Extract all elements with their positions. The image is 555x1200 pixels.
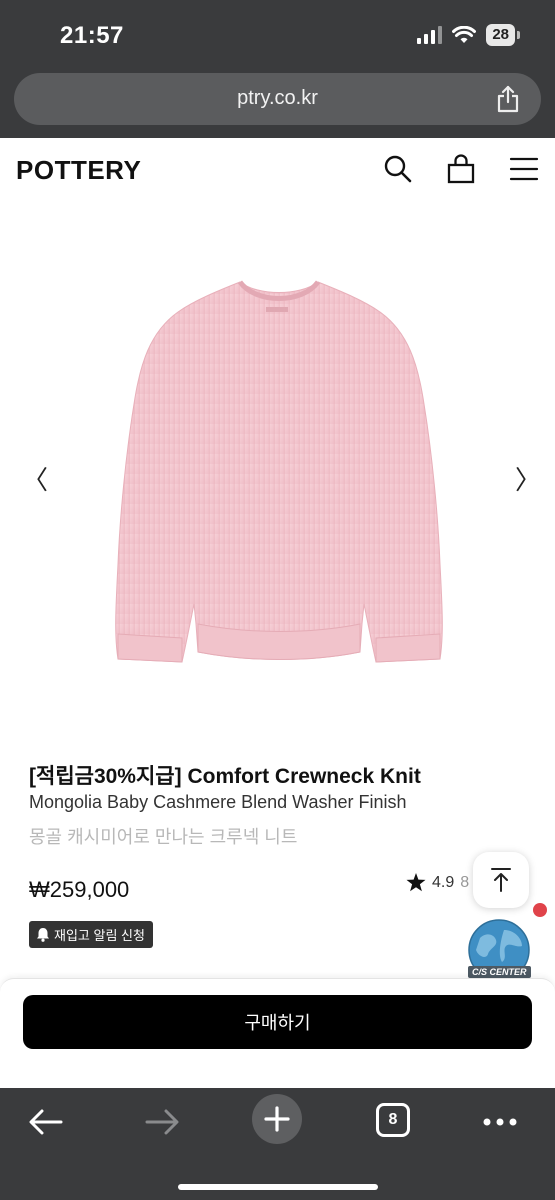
carousel-prev-arrow[interactable]: 〈 bbox=[22, 460, 48, 497]
product-rating[interactable]: 4.9 8 bbox=[406, 873, 469, 892]
rating-value: 4.9 bbox=[432, 873, 455, 891]
site-header: POTTERY bbox=[0, 138, 555, 204]
forward-button[interactable] bbox=[138, 1102, 186, 1142]
browser-bottom-toolbar: 8 bbox=[0, 1088, 555, 1200]
cs-center-label[interactable]: C/S CENTER bbox=[468, 966, 531, 978]
scroll-to-top-button[interactable] bbox=[473, 852, 529, 908]
site-logo[interactable]: POTTERY bbox=[16, 155, 141, 186]
restock-notify-label: 재입고 알림 신청 bbox=[54, 928, 145, 943]
bell-icon bbox=[37, 928, 49, 942]
more-menu-button[interactable] bbox=[476, 1102, 524, 1142]
home-indicator[interactable] bbox=[178, 1184, 378, 1190]
product-description: 몽골 캐시미어로 만나는 크루넥 니트 bbox=[29, 827, 298, 847]
arrow-up-icon bbox=[491, 868, 511, 892]
product-title: [적립금30%지급] Comfort Crewneck Knit bbox=[29, 765, 421, 788]
shopping-bag-icon[interactable] bbox=[446, 154, 476, 184]
review-count: 8 bbox=[460, 873, 470, 891]
product-image bbox=[115, 280, 443, 663]
buy-button[interactable]: 구매하기 bbox=[23, 995, 532, 1049]
star-icon bbox=[406, 873, 426, 892]
wifi-icon bbox=[452, 26, 477, 43]
product-price: ₩259,000 bbox=[29, 877, 130, 902]
plus-icon bbox=[264, 1106, 290, 1132]
url-text: ptry.co.kr bbox=[237, 87, 318, 109]
battery-indicator: 28 bbox=[486, 24, 520, 46]
search-icon[interactable] bbox=[383, 154, 413, 184]
signal-icon bbox=[417, 26, 443, 44]
purchase-panel: 구매하기 bbox=[0, 978, 555, 1090]
arrow-left-icon bbox=[29, 1109, 63, 1135]
status-time: 21:57 bbox=[60, 22, 124, 49]
product-subtitle: Mongolia Baby Cashmere Blend Washer Fini… bbox=[29, 792, 407, 812]
address-bar[interactable]: ptry.co.kr bbox=[14, 73, 541, 125]
new-tab-button[interactable] bbox=[252, 1094, 302, 1144]
back-button[interactable] bbox=[22, 1102, 70, 1142]
tabs-button[interactable]: 8 bbox=[376, 1103, 410, 1137]
restock-notify-button[interactable]: 재입고 알림 신청 bbox=[29, 921, 153, 948]
notification-dot bbox=[533, 903, 547, 917]
product-image-carousel[interactable]: 〈 〉 bbox=[0, 204, 555, 744]
browser-top-chrome: 21:57 28 ptry.co.kr bbox=[0, 0, 555, 138]
share-icon[interactable] bbox=[495, 85, 521, 113]
menu-icon[interactable] bbox=[509, 154, 539, 184]
arrow-right-icon bbox=[145, 1109, 179, 1135]
more-dots-icon bbox=[483, 1118, 517, 1126]
status-icons: 28 bbox=[417, 24, 520, 46]
carousel-next-arrow[interactable]: 〉 bbox=[515, 460, 541, 497]
